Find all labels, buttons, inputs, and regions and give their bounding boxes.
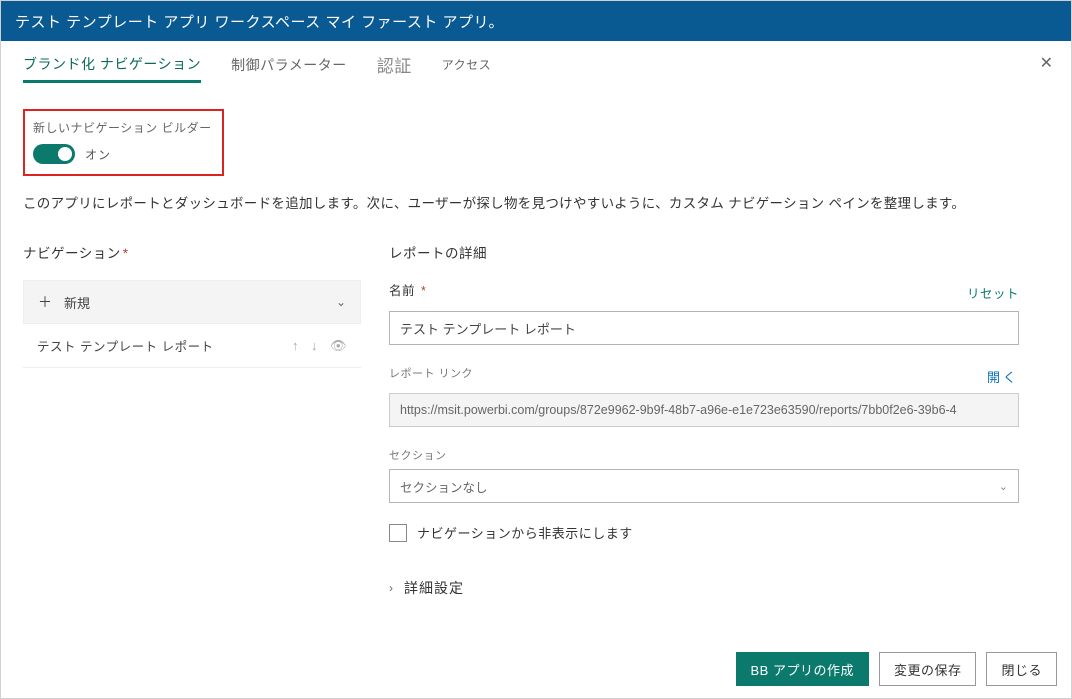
name-input[interactable] — [389, 311, 1019, 345]
move-down-icon[interactable]: ↓ — [311, 338, 318, 354]
move-up-icon[interactable]: ↑ — [292, 338, 299, 354]
description-text: このアプリにレポートとダッシュボードを追加します。次に、ユーザーが探し物を見つけ… — [23, 192, 1049, 212]
nav-builder-toggle[interactable] — [33, 144, 75, 164]
nav-item-row[interactable]: テスト テンプレート レポート ↑ ↓ 👁 — [23, 324, 361, 368]
chevron-down-icon: ⌄ — [999, 480, 1008, 493]
section-field-block: セクション セクションなし ⌄ — [389, 447, 1019, 503]
reset-link[interactable]: リセット — [967, 283, 1019, 302]
nav-builder-label: 新しいナビゲーション ビルダー — [33, 119, 212, 136]
open-link[interactable]: 開く — [987, 367, 1019, 386]
create-app-button[interactable]: BB アプリの作成 — [736, 652, 869, 686]
details-column: レポートの詳細 名前 * リセット レポート リンク 開く セクション — [389, 242, 1049, 598]
tab-access[interactable]: アクセス — [442, 46, 491, 81]
chevron-right-icon: › — [389, 581, 394, 595]
tab-branding-navigation[interactable]: ブランド化 ナビゲーション — [23, 44, 201, 83]
header-bar: テスト テンプレート アプリ ワークスペース マイ ファースト アプリ。 — [1, 1, 1071, 41]
content-area: 新しいナビゲーション ビルダー オン このアプリにレポートとダッシュボードを追加… — [1, 87, 1071, 598]
details-heading: レポートの詳細 — [389, 242, 1019, 262]
page-title: テスト テンプレート アプリ ワークスペース マイ ファースト アプリ。 — [15, 11, 504, 32]
hide-checkbox-label: ナビゲーションから非表示にします — [417, 523, 633, 542]
new-item-label: 新規 — [64, 293, 90, 312]
advanced-label: 詳細設定 — [404, 578, 464, 598]
section-value: セクションなし — [400, 477, 488, 496]
close-button[interactable]: 閉じる — [986, 652, 1057, 686]
new-item-button[interactable]: ＋ 新規 ⌄ — [23, 280, 361, 324]
name-label: 名前 * — [389, 280, 426, 299]
link-field-block: レポート リンク 開く — [389, 365, 1019, 427]
report-link-label: レポート リンク — [389, 365, 473, 381]
required-marker: * — [123, 246, 129, 261]
hide-checkbox[interactable] — [389, 524, 407, 542]
report-link-input[interactable] — [389, 393, 1019, 427]
chevron-down-icon: ⌄ — [336, 295, 346, 309]
name-field-block: 名前 * リセット — [389, 280, 1019, 345]
nav-builder-state: オン — [85, 146, 111, 163]
tab-control-parameters[interactable]: 制御パラメーター — [231, 45, 347, 83]
close-icon[interactable]: ✕ — [1040, 53, 1053, 73]
nav-item-actions: ↑ ↓ 👁 — [292, 338, 347, 354]
section-select[interactable]: セクションなし ⌄ — [389, 469, 1019, 503]
advanced-settings-toggle[interactable]: › 詳細設定 — [389, 578, 1019, 598]
footer-bar: BB アプリの作成 変更の保存 閉じる — [1, 640, 1071, 698]
section-label: セクション — [389, 447, 1019, 463]
plus-icon: ＋ — [38, 292, 52, 312]
navigation-heading: ナビゲーション* — [23, 242, 361, 262]
save-changes-button[interactable]: 変更の保存 — [879, 652, 977, 686]
tab-bar: ブランド化 ナビゲーション 制御パラメーター 認証 アクセス ✕ — [1, 41, 1071, 87]
nav-builder-highlight: 新しいナビゲーション ビルダー オン — [23, 109, 224, 176]
hide-checkbox-row: ナビゲーションから非表示にします — [389, 523, 1019, 542]
tab-certification[interactable]: 認証 — [377, 42, 412, 85]
nav-item-label: テスト テンプレート レポート — [37, 336, 214, 355]
required-marker: * — [421, 284, 426, 298]
visibility-icon[interactable]: 👁 — [330, 338, 347, 354]
navigation-column: ナビゲーション* ＋ 新規 ⌄ テスト テンプレート レポート ↑ ↓ 👁 — [23, 242, 361, 598]
